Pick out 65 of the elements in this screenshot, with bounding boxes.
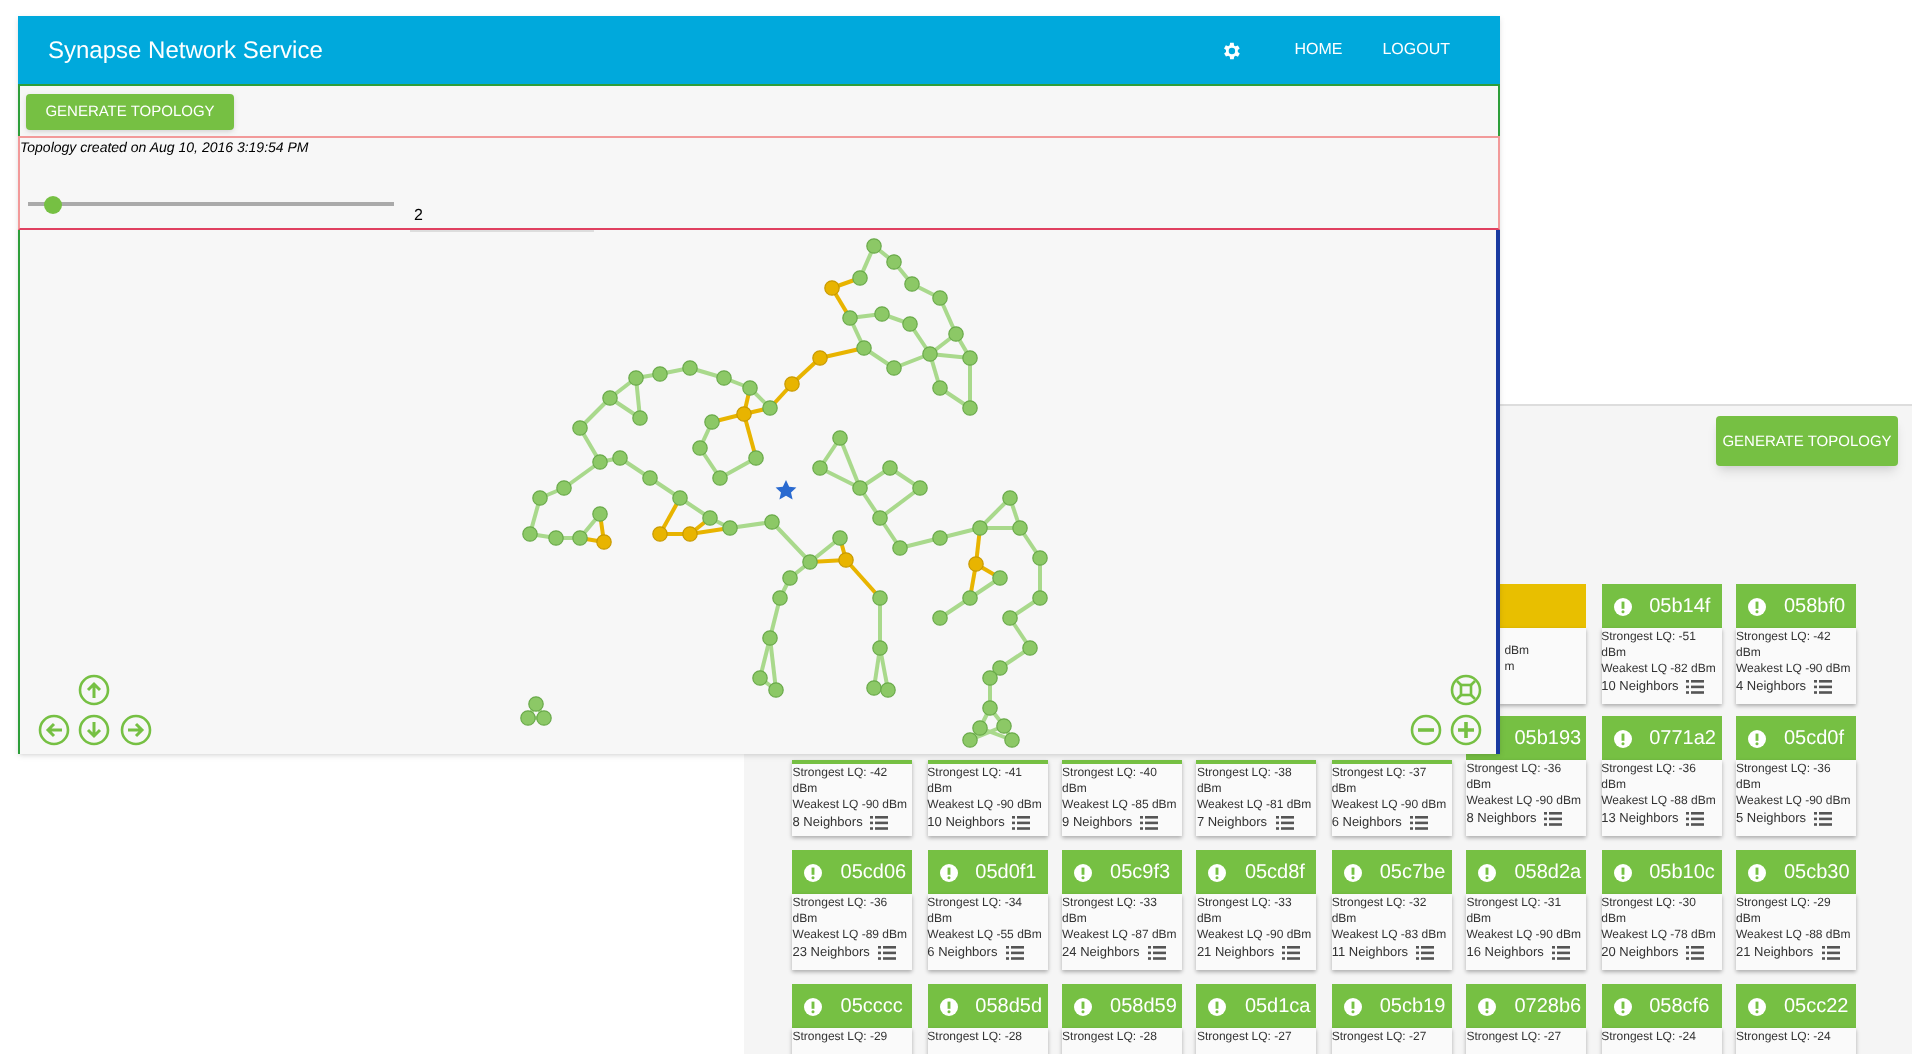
node-id: 05b14f [1649,593,1711,621]
node-id: 05cccc [840,993,903,1021]
node-id: 0771a2 [1649,725,1716,753]
node-id: 058cf6 [1649,993,1710,1021]
alert-icon [1613,863,1632,881]
alert-icon [1478,863,1497,881]
list-icon[interactable] [1686,680,1705,694]
list-icon[interactable] [1282,946,1301,960]
list-icon[interactable] [877,946,896,960]
node-id: 058d5d [975,993,1043,1021]
alert-icon [939,997,958,1015]
alert-icon [804,997,823,1015]
list-icon[interactable] [870,816,889,830]
alert-icon [1343,863,1362,881]
app-title: Synapse Network Service [48,34,325,68]
alert-icon [939,863,958,881]
alert-icon [1748,863,1766,881]
alert-icon [1208,997,1227,1015]
alert-icon [1478,997,1497,1015]
node-id: 05cd0f [1784,725,1845,753]
alert-icon [804,863,823,881]
node-id: 05cd06 [840,859,907,887]
settings-icon[interactable] [1220,39,1243,61]
alert-icon [1074,863,1093,881]
node-id: 05cb19 [1379,993,1446,1021]
alert-icon [1613,997,1632,1015]
list-icon[interactable] [1551,946,1570,960]
list-icon[interactable] [1416,946,1435,960]
alert-icon [1748,997,1766,1015]
list-icon[interactable] [1147,946,1166,960]
node-id: 058d59 [1110,993,1177,1021]
node-id: 05cd8f [1244,859,1305,887]
value-field[interactable]: 2 [410,200,594,232]
slider-thumb[interactable] [44,195,63,213]
node-id: 05c7be [1379,859,1446,887]
alert-icon [1074,997,1093,1015]
alert-icon [1748,729,1766,747]
list-icon[interactable] [1821,946,1840,960]
alert-icon [1748,597,1766,615]
alert-icon [1208,863,1227,881]
alert-icon [1343,997,1362,1015]
node-id: 058bf0 [1784,593,1846,621]
list-icon[interactable] [1012,816,1031,830]
alert-icon [1613,597,1632,615]
node-id: 058d2a [1514,859,1582,887]
list-icon[interactable] [1275,816,1293,830]
node-id: 05b193 [1514,725,1582,753]
list-icon[interactable] [1814,812,1833,826]
list-icon[interactable] [1409,816,1428,830]
graph-nodes[interactable] [520,238,1048,748]
node-id: 05b10c [1649,859,1715,887]
node-id: 05cb30 [1784,859,1850,887]
list-icon[interactable] [1686,946,1705,960]
graph-edge [578,396,612,430]
list-icon[interactable] [1544,812,1563,826]
list-icon[interactable] [1005,946,1024,960]
list-icon[interactable] [1140,816,1159,830]
list-icon[interactable] [1686,812,1705,826]
alert-icon [1613,729,1632,747]
node-id: 0728b6 [1514,993,1582,1021]
node-id: 05c9f3 [1110,859,1171,887]
node-id: 05cc22 [1784,993,1849,1021]
node-id: 05d0f1 [975,859,1037,887]
list-icon[interactable] [1814,680,1833,694]
node-id: 05d1ca [1244,993,1311,1021]
